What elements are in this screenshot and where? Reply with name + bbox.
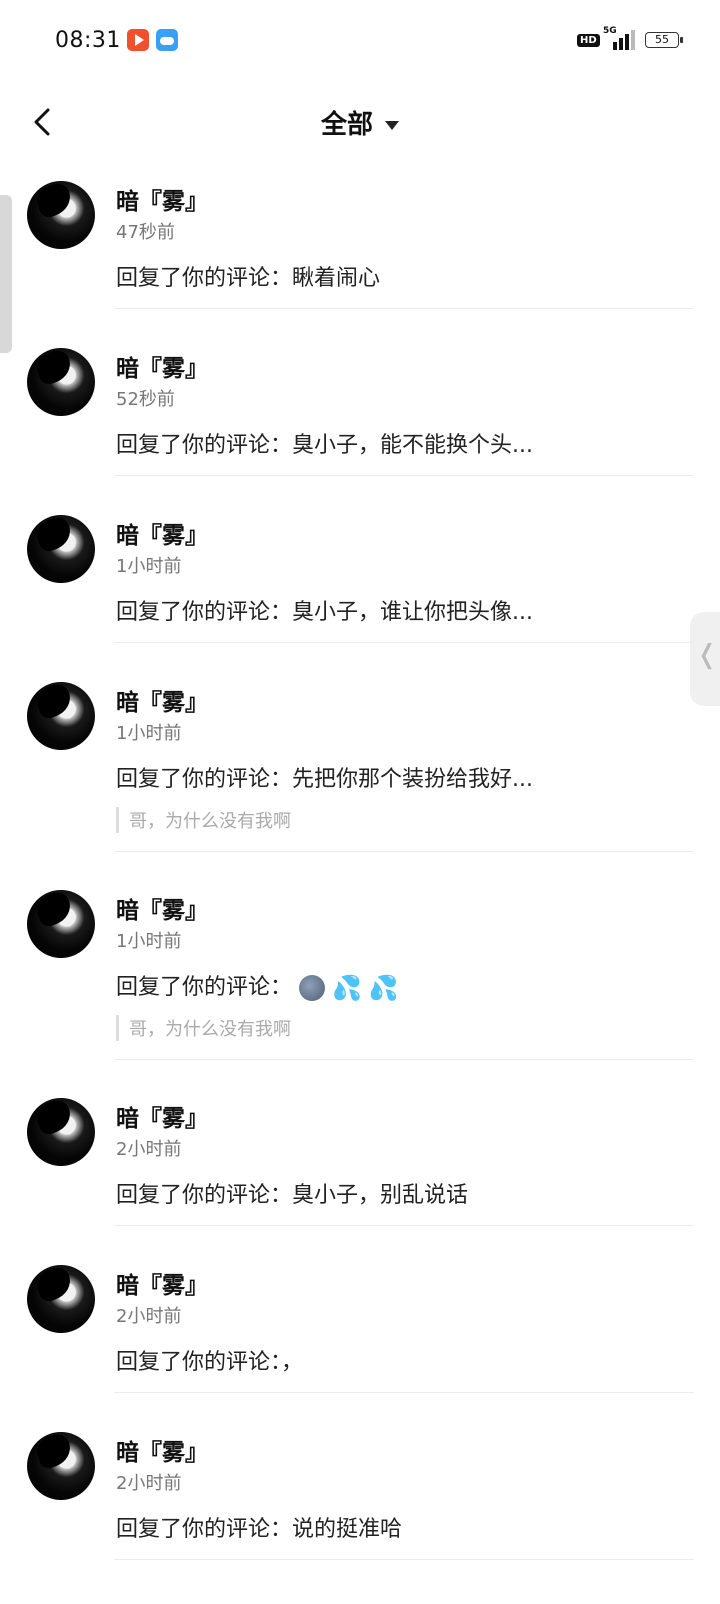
timestamp: 47秒前 [116, 222, 175, 243]
user-name[interactable]: 暗『雾』 [116, 1099, 208, 1133]
user-name[interactable]: 暗『雾』 [116, 1433, 208, 1467]
hd-icon: HD [577, 34, 600, 47]
timestamp: 2小时前 [116, 1139, 182, 1160]
reply-text: 回复了你的评论： [116, 975, 293, 1000]
user-name[interactable]: 暗『雾』 [116, 349, 208, 383]
page-title: 全部 [320, 110, 373, 140]
video-app-icon [127, 29, 149, 51]
user-name[interactable]: 暗『雾』 [116, 683, 208, 717]
sweat-droplets-icon: 💦 [368, 974, 399, 1002]
list-item[interactable]: 暗『雾』 1小时前 回复了你的评论：臭小子，谁让你把头像... [0, 504, 720, 644]
battery-level: 55 [655, 33, 669, 46]
list-item[interactable]: 暗『雾』 2小时前 回复了你的评论：说的挺准哈 [0, 1421, 720, 1561]
reply-line: 回复了你的评论： 💦 💦 [116, 969, 399, 1002]
reply-text: 回复了你的评论：瞅着闹心 [116, 266, 381, 291]
list-item[interactable]: 暗『雾』 2小时前 回复了你的评论：， [0, 1254, 720, 1394]
list-item[interactable]: 暗『雾』 47秒前 回复了你的评论：瞅着闹心 [0, 170, 720, 310]
list-item[interactable]: 暗『雾』 1小时前 回复了你的评论： 💦 💦 哥，为什么没有我啊 [0, 879, 720, 1060]
filter-dropdown[interactable]: 全部 [0, 104, 720, 141]
avatar[interactable] [27, 890, 95, 958]
timestamp: 2小时前 [116, 1473, 182, 1494]
user-name[interactable]: 暗『雾』 [116, 1266, 208, 1300]
divider [114, 308, 694, 309]
timestamp: 1小时前 [116, 556, 182, 577]
reply-text: 回复了你的评论：先把你那个装扮给我好... [116, 767, 533, 792]
avatar[interactable] [27, 682, 95, 750]
header: 全部 [0, 90, 720, 154]
moon-face-icon [299, 975, 326, 1001]
list-item[interactable]: 暗『雾』 52秒前 回复了你的评论：臭小子，能不能换个头... [0, 337, 720, 477]
divider [114, 642, 694, 643]
user-name[interactable]: 暗『雾』 [116, 516, 208, 550]
reply-text: 回复了你的评论：， [116, 1350, 304, 1375]
reply-text: 回复了你的评论：臭小子，谁让你把头像... [116, 600, 533, 625]
list-item[interactable]: 暗『雾』 2小时前 回复了你的评论：臭小子，别乱说话 [0, 1087, 720, 1227]
status-time: 08:31 [55, 28, 121, 53]
avatar[interactable] [27, 1098, 95, 1166]
user-name[interactable]: 暗『雾』 [116, 891, 208, 925]
timestamp: 1小时前 [116, 931, 182, 952]
caret-down-icon [385, 121, 399, 130]
user-name[interactable]: 暗『雾』 [116, 182, 208, 216]
avatar[interactable] [27, 1265, 95, 1333]
quoted-comment: 哥，为什么没有我啊 [116, 1015, 291, 1041]
avatar[interactable] [27, 348, 95, 416]
sweat-droplets-icon: 💦 [332, 974, 362, 1002]
divider [114, 851, 694, 852]
quoted-comment: 哥，为什么没有我啊 [116, 807, 291, 833]
timestamp: 2小时前 [116, 1306, 182, 1327]
reply-text: 回复了你的评论：臭小子，别乱说话 [116, 1183, 469, 1208]
battery-icon: 55 [645, 32, 683, 48]
signal-icon: 5G [603, 26, 635, 50]
divider [114, 1059, 694, 1060]
reply-text: 回复了你的评论：臭小子，能不能换个头... [116, 433, 533, 458]
avatar[interactable] [27, 515, 95, 583]
chevron-left-icon: ❬ [696, 640, 718, 670]
divider [114, 1392, 694, 1393]
avatar[interactable] [27, 181, 95, 249]
avatar[interactable] [27, 1432, 95, 1500]
network-type-label: 5G [603, 26, 617, 36]
weather-app-icon [156, 29, 178, 51]
divider [114, 475, 694, 476]
divider [114, 1225, 694, 1226]
list-item[interactable]: 暗『雾』 1小时前 回复了你的评论：先把你那个装扮给我好... 哥，为什么没有我… [0, 671, 720, 852]
timestamp: 1小时前 [116, 723, 182, 744]
timestamp: 52秒前 [116, 389, 175, 410]
divider [114, 1559, 694, 1560]
status-bar: 08:31 HD 5G 55 [0, 0, 720, 82]
reply-text: 回复了你的评论：说的挺准哈 [116, 1517, 403, 1542]
